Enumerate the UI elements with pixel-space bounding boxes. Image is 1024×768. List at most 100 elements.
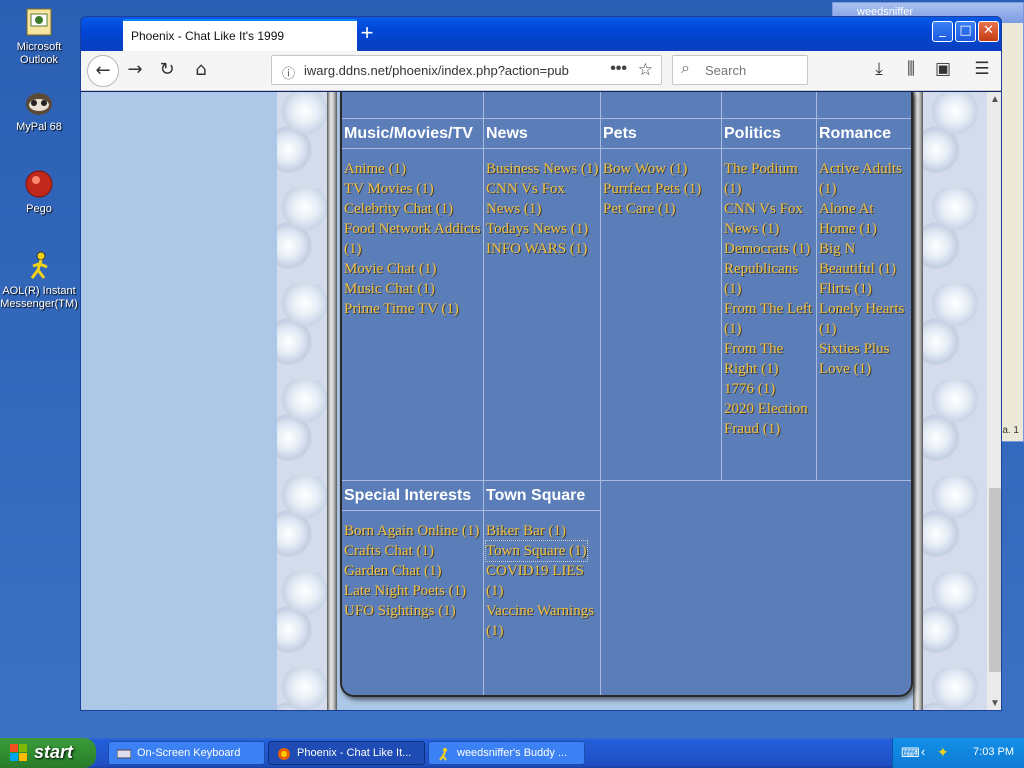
library-icon[interactable]: ⫼: [899, 59, 923, 83]
category-heading: Pets: [601, 119, 721, 149]
sidebar-icon[interactable]: ▣: [931, 59, 955, 83]
room-link[interactable]: Sixties Plus Love (1): [819, 339, 911, 379]
room-list: Born Again Online (1) Crafts Chat (1) Ga…: [342, 511, 483, 621]
room-link[interactable]: Music Chat (1): [344, 279, 483, 299]
taskbar-item-phoenix[interactable]: Phoenix - Chat Like It...: [268, 741, 425, 765]
category-politics: Politics The Podium (1) CNN Vs Fox News …: [722, 118, 817, 480]
decorative-hex-strip-right: [923, 92, 987, 710]
room-link[interactable]: Town Square (1): [485, 540, 588, 562]
minimize-button[interactable]: _: [932, 21, 953, 42]
search-placeholder: Search: [705, 63, 747, 78]
desktop-icon-aim[interactable]: AOL(R) Instant Messenger(TM): [0, 250, 78, 311]
room-link[interactable]: Democrats (1): [724, 239, 816, 259]
room-link[interactable]: Pet Care (1): [603, 199, 721, 219]
scroll-down-arrow[interactable]: ▼: [987, 696, 1001, 710]
room-link[interactable]: CNN Vs Fox News (1): [486, 179, 600, 219]
room-link[interactable]: Biker Bar (1): [486, 521, 600, 541]
room-link[interactable]: Crafts Chat (1): [344, 541, 483, 561]
category-special-interests: Special Interests Born Again Online (1) …: [342, 480, 484, 695]
room-link[interactable]: Food Network Addicts (1): [344, 219, 483, 259]
category-pets: Pets Bow Wow (1) Purrfect Pets (1) Pet C…: [601, 118, 722, 480]
category-news: News Business News (1) CNN Vs Fox News (…: [484, 118, 601, 480]
desktop-icon-pego[interactable]: Pego: [0, 168, 78, 216]
forward-button[interactable]: →: [119, 55, 151, 87]
reload-button[interactable]: ↻: [151, 55, 183, 87]
category-heading: Romance: [817, 119, 911, 149]
start-button[interactable]: start: [0, 738, 96, 768]
aim-icon: [30, 251, 48, 279]
room-link[interactable]: Anime (1): [344, 159, 483, 179]
url-text: iwarg.ddns.net/phoenix/index.php?action=…: [304, 63, 569, 78]
category-heading: Music/Movies/TV: [342, 119, 483, 149]
taskbar-item-label: weedsniffer's Buddy ...: [457, 747, 568, 759]
windows-logo-icon: [10, 744, 27, 761]
category-heading: Town Square: [484, 481, 600, 511]
mypal-icon: [26, 93, 52, 115]
room-link[interactable]: From The Right (1): [724, 339, 816, 379]
browser-window: Phoenix - Chat Like It's 1999 + _ □ ✕ ← …: [80, 16, 1002, 711]
tray-expand-icon[interactable]: ‹: [921, 744, 925, 759]
room-link[interactable]: Bow Wow (1): [603, 159, 721, 179]
background-window-snippet: a. 1: [1002, 425, 1019, 436]
home-button[interactable]: ⌂: [185, 55, 217, 87]
taskbar-item-label: On-Screen Keyboard: [137, 747, 241, 759]
new-tab-button[interactable]: +: [353, 21, 381, 47]
desktop-icon-mypal[interactable]: MyPal 68: [0, 86, 78, 134]
room-list: The Podium (1) CNN Vs Fox News (1) Democ…: [722, 149, 816, 439]
room-link[interactable]: Prime Time TV (1): [344, 299, 483, 319]
taskbar-item-buddy-list[interactable]: weedsniffer's Buddy ...: [428, 741, 585, 765]
room-link[interactable]: The Podium (1): [724, 159, 816, 199]
room-link[interactable]: Movie Chat (1): [344, 259, 483, 279]
tab-phoenix[interactable]: Phoenix - Chat Like It's 1999: [123, 19, 357, 51]
back-button[interactable]: ←: [87, 55, 119, 87]
room-link[interactable]: Vaccine Warnings (1): [486, 601, 600, 641]
desktop-icon-outlook[interactable]: Microsoft Outlook: [0, 6, 78, 67]
room-link[interactable]: UFO Sightings (1): [344, 601, 483, 621]
start-label: start: [34, 742, 74, 762]
download-icon[interactable]: ⤓: [867, 59, 891, 83]
previous-row-cell: [342, 92, 484, 118]
room-list: Active Adults (1) Alone At Home (1) Big …: [817, 149, 911, 379]
scroll-up-arrow[interactable]: ▲: [987, 92, 1001, 108]
room-link[interactable]: From The Left (1): [724, 299, 816, 339]
room-link[interactable]: COVID19 LIES (1): [486, 561, 600, 601]
frame-divider-right: [913, 92, 923, 710]
close-button[interactable]: ✕: [978, 21, 999, 42]
room-link[interactable]: INFO WARS (1): [486, 239, 600, 259]
desktop-icon-label: AOL(R) Instant Messenger(TM): [0, 285, 78, 310]
page-actions-icon[interactable]: •••: [610, 60, 627, 78]
category-music-movies-tv: Music/Movies/TV Anime (1) TV Movies (1) …: [342, 118, 484, 480]
room-link[interactable]: CNN Vs Fox News (1): [724, 199, 816, 239]
aim-tray-icon[interactable]: ✦: [937, 744, 949, 761]
room-link[interactable]: TV Movies (1): [344, 179, 483, 199]
search-input[interactable]: ⌕ Search: [672, 55, 808, 85]
menu-icon[interactable]: ☰: [970, 59, 994, 83]
scroll-thumb[interactable]: [989, 488, 1001, 672]
room-link[interactable]: Flirts (1): [819, 279, 911, 299]
info-icon[interactable]: ⓘ: [282, 63, 295, 82]
room-link[interactable]: Alone At Home (1): [819, 199, 911, 239]
room-link[interactable]: 1776 (1): [724, 379, 816, 399]
outlook-icon: [26, 8, 52, 36]
previous-row-cell: [722, 92, 817, 118]
room-link[interactable]: Garden Chat (1): [344, 561, 483, 581]
room-link[interactable]: Business News (1): [486, 159, 600, 179]
taskbar-item-onscreen-keyboard[interactable]: On-Screen Keyboard: [108, 741, 265, 765]
room-link[interactable]: Lonely Hearts (1): [819, 299, 911, 339]
url-bar[interactable]: ⓘ iwarg.ddns.net/phoenix/index.php?actio…: [271, 55, 662, 85]
keyboard-tray-icon[interactable]: ⌨: [901, 745, 920, 761]
room-link[interactable]: Republicans (1): [724, 259, 816, 299]
room-link[interactable]: 2020 Election Fraud (1): [724, 399, 816, 439]
room-link[interactable]: Big N Beautiful (1): [819, 239, 911, 279]
room-link[interactable]: Active Adults (1): [819, 159, 911, 199]
room-link[interactable]: Late Night Poets (1): [344, 581, 483, 601]
taskbar: start On-Screen Keyboard Phoenix - Chat …: [0, 738, 1024, 768]
room-link[interactable]: Todays News (1): [486, 219, 600, 239]
room-link[interactable]: Purrfect Pets (1): [603, 179, 721, 199]
bookmark-star-icon[interactable]: ☆: [638, 60, 653, 80]
room-link[interactable]: Celebrity Chat (1): [344, 199, 483, 219]
room-link[interactable]: Born Again Online (1): [344, 521, 483, 541]
vertical-scrollbar[interactable]: ▲ ▼: [987, 92, 1001, 710]
aim-icon: [439, 748, 447, 761]
maximize-button[interactable]: □: [955, 21, 976, 42]
